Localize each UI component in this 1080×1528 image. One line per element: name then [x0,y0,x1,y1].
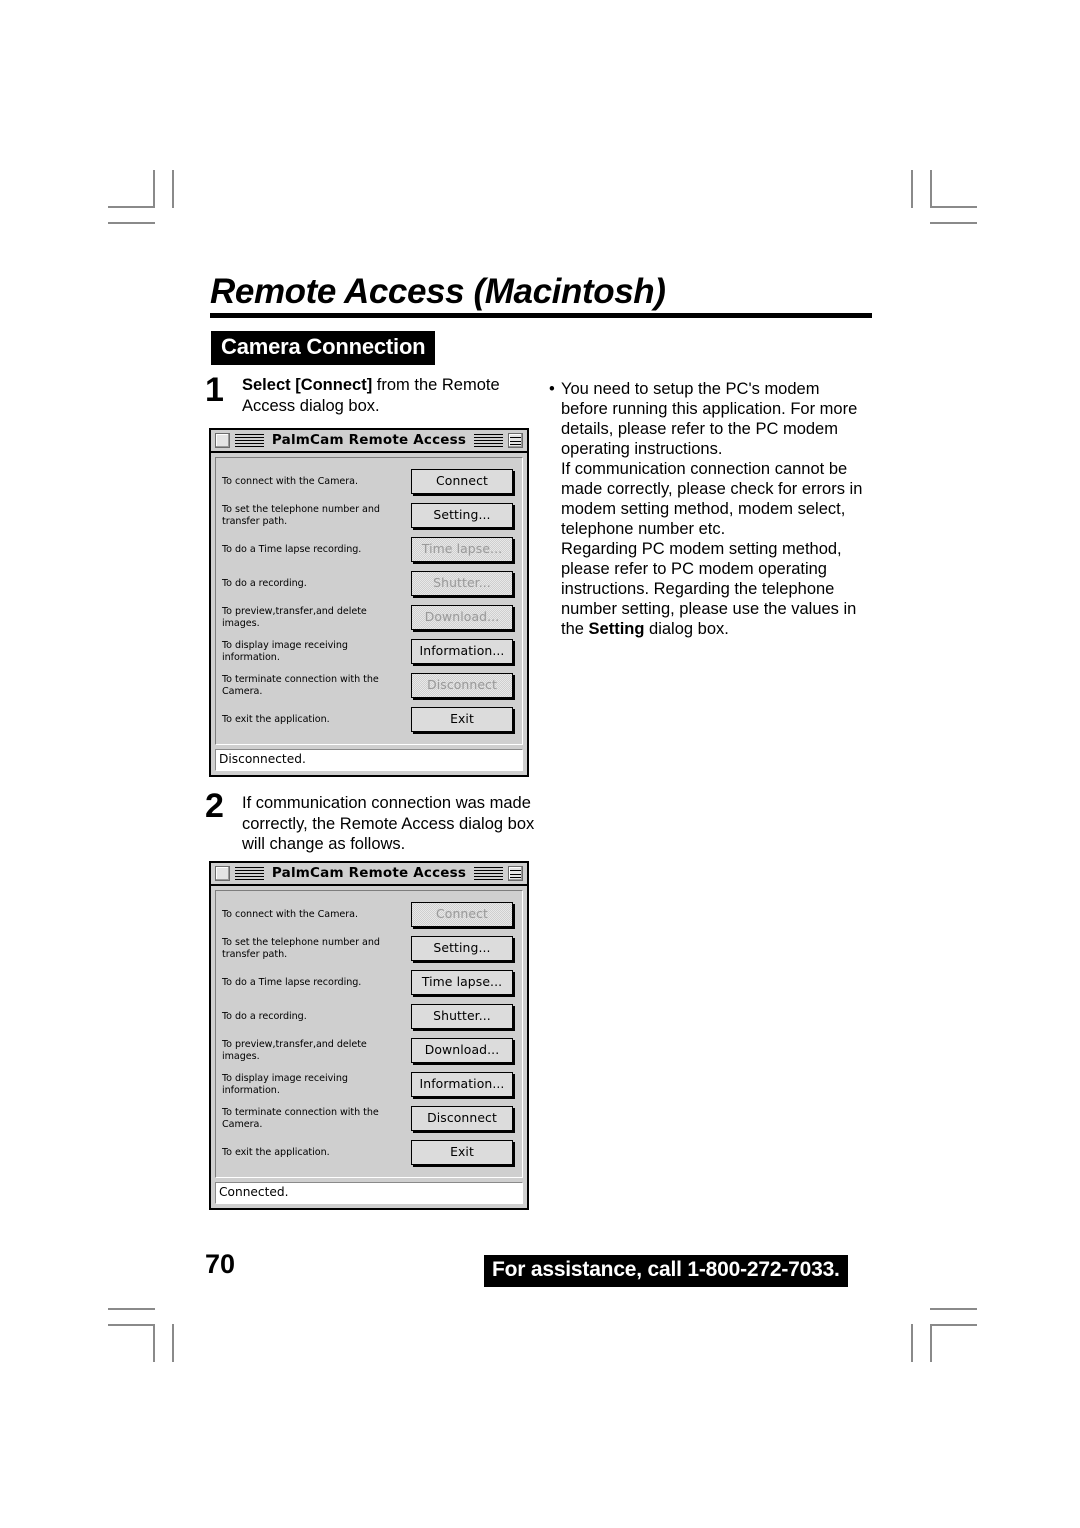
dialog-row: To terminate connection with the Camera.… [222,1102,516,1135]
titlebar-stripes-right [474,434,504,447]
status-bar: Disconnected. [215,749,523,771]
row-description: To exit the application. [222,713,330,725]
dialog-row: To exit the application. Exit [222,703,516,736]
section-banner: Camera Connection [211,331,436,365]
row-description: To display image receiving information. [222,1072,348,1096]
dialog-row: To set the telephone number and transfer… [222,932,516,965]
dialog-row: To display image receiving information. … [222,1068,516,1101]
collapse-box-icon[interactable] [508,433,524,448]
row-description: To preview,transfer,and delete images. [222,605,367,629]
status-bar: Connected. [215,1182,523,1204]
step-1-number: 1 [205,371,224,409]
dialog-row: To exit the application. Exit [222,1136,516,1169]
row-description: To set the telephone number and transfer… [222,503,380,527]
setting-button[interactable]: Setting... [411,936,513,961]
dialog-body: To connect with the Camera. Connect To s… [215,457,523,745]
dialog-row: To preview,transfer,and delete images. D… [222,1034,516,1067]
close-box-icon[interactable] [215,433,230,448]
palmcam-remote-access-dialog-connected[interactable]: PalmCam Remote Access To connect with th… [209,861,529,1210]
exit-button[interactable]: Exit [411,1140,513,1165]
note-paragraph-2: If communication connection cannot be ma… [561,460,863,538]
time-lapse-button[interactable]: Time lapse... [411,970,513,995]
step-2-text: If communication connection was made cor… [242,794,535,853]
page-number: 70 [205,1249,236,1279]
titlebar-stripes-left [235,867,264,880]
dialog-row: To connect with the Camera. Connect [222,898,516,931]
dialog-title: PalmCam Remote Access [271,864,467,881]
page-title: Remote Access (Macintosh) [210,272,666,311]
step-1-text: Select [Connect] from the Remote Access … [242,375,532,416]
manual-page: Remote Access (Macintosh) Camera Connect… [0,0,1080,1528]
dialog-row: To do a Time lapse recording. Time lapse… [222,966,516,999]
download-button: Download... [411,605,513,630]
download-button[interactable]: Download... [411,1038,513,1063]
row-description: To terminate connection with the Camera. [222,673,379,697]
dialog-row: To terminate connection with the Camera.… [222,669,516,702]
row-description: To display image receiving information. [222,639,348,663]
close-box-icon[interactable] [215,866,230,881]
connect-button: Connect [411,902,513,927]
title-rule [210,313,872,318]
note-paragraph-1: You need to setup the PC's modem before … [561,380,858,458]
dialog-row: To do a recording. Shutter... [222,567,516,600]
step-2-number: 2 [205,787,224,825]
disconnect-button: Disconnect [411,673,513,698]
row-description: To terminate connection with the Camera. [222,1106,379,1130]
notes-body: You need to setup the PC's modem before … [561,379,869,639]
row-description: To connect with the Camera. [222,908,358,920]
dialog-row: To do a Time lapse recording. Time lapse… [222,533,516,566]
step-1-text-bold: Select [Connect] [242,376,373,394]
palmcam-remote-access-dialog-disconnected[interactable]: PalmCam Remote Access To connect with th… [209,428,529,777]
information-button[interactable]: Information... [411,1072,513,1097]
row-description: To do a recording. [222,1010,307,1022]
dialog-titlebar[interactable]: PalmCam Remote Access [211,430,527,453]
row-description: To set the telephone number and transfer… [222,936,380,960]
dialog-titlebar[interactable]: PalmCam Remote Access [211,863,527,886]
collapse-box-icon[interactable] [508,866,524,881]
information-button[interactable]: Information... [411,639,513,664]
dialog-row: To preview,transfer,and delete images. D… [222,601,516,634]
row-description: To exit the application. [222,1146,330,1158]
row-description: To do a Time lapse recording. [222,543,362,555]
shutter-button: Shutter... [411,571,513,596]
shutter-button[interactable]: Shutter... [411,1004,513,1029]
note-emphasis-setting: Setting [588,620,645,638]
connect-button[interactable]: Connect [411,469,513,494]
titlebar-stripes-right [474,867,504,880]
note-paragraph-3: Regarding PC modem setting method, pleas… [561,539,869,639]
row-description: To do a recording. [222,577,307,589]
dialog-row: To connect with the Camera. Connect [222,465,516,498]
exit-button[interactable]: Exit [411,707,513,732]
assistance-banner: For assistance, call 1-800-272-7033. [484,1255,848,1287]
row-description: To do a Time lapse recording. [222,976,362,988]
bullet-icon: • [549,380,555,398]
dialog-row: To do a recording. Shutter... [222,1000,516,1033]
dialog-row: To display image receiving information. … [222,635,516,668]
disconnect-button[interactable]: Disconnect [411,1106,513,1131]
dialog-body: To connect with the Camera. Connect To s… [215,890,523,1178]
note-paragraph-3-tail: dialog box. [644,620,729,638]
row-description: To connect with the Camera. [222,475,358,487]
row-description: To preview,transfer,and delete images. [222,1038,367,1062]
setting-button[interactable]: Setting... [411,503,513,528]
dialog-row: To set the telephone number and transfer… [222,499,516,532]
dialog-title: PalmCam Remote Access [271,431,467,448]
time-lapse-button: Time lapse... [411,537,513,562]
titlebar-stripes-left [235,434,264,447]
notes-block: • You need to setup the PC's modem befor… [549,379,869,639]
